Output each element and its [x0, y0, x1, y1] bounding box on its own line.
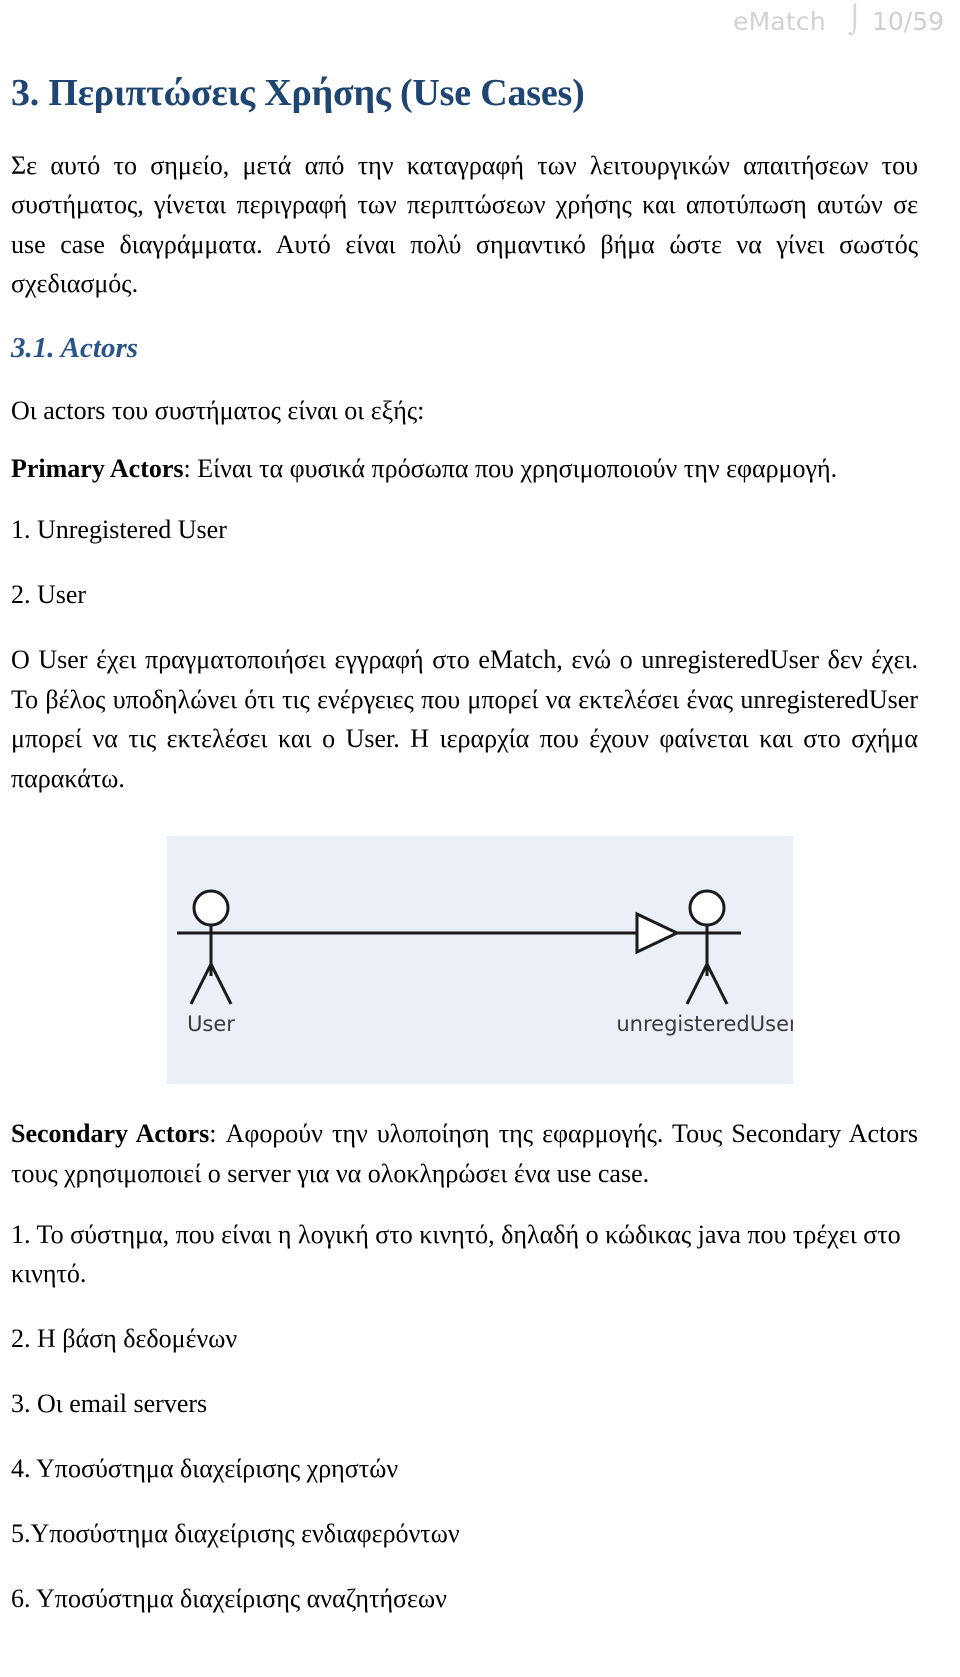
actor-user-label: User: [187, 1012, 235, 1036]
actors-lead-in: Οι actors του συστήματος είναι οι εξής:: [11, 396, 425, 426]
list-item: 2. Η βάση δεδομένων: [11, 1324, 238, 1354]
list-item: 3. Οι email servers: [11, 1389, 208, 1419]
document-title: eMatch: [733, 6, 826, 36]
intro-paragraph: Σε αυτό το σημείο, μετά από την καταγραφ…: [11, 150, 918, 299]
page-title: 3. Περιπτώσεις Χρήσης (Use Cases): [11, 72, 585, 114]
list-item: 4. Υποσύστημα διαχείρισης χρηστών: [11, 1454, 399, 1484]
primary-actors-list: 1. Unregistered User 2. User: [11, 510, 918, 614]
page-number: 10/59: [871, 6, 944, 36]
actor-unregistereduser-label: unregisteredUser: [616, 1012, 793, 1036]
uml-diagram-canvas: User unregisteredUser: [167, 836, 793, 1085]
list-item: 6. Υποσύστημα διαχείρισης αναζητήσεων: [11, 1584, 447, 1614]
subsection-title-actors: 3.1. Actors: [11, 331, 139, 364]
actor-unregistereduser-icon: [673, 889, 741, 1005]
secondary-actors-list: 1. Το σύστημα, που είναι η λογική στο κι…: [11, 1215, 918, 1618]
uml-diagram-svg: User unregisteredUser: [177, 889, 793, 1036]
list-item: 5.Υποσύστημα διαχείρισης ενδιαφερόντων: [11, 1519, 460, 1549]
primary-actors-explanation: Ο User έχει πραγματοποιήσει εγγραφή στο …: [11, 645, 918, 793]
document-content: 3. Περιπτώσεις Χρήσης (Use Cases) Σε αυτ…: [11, 72, 918, 1644]
primary-actors-label: Primary Actors: [11, 453, 184, 483]
header-separator-icon: ⌡: [847, 4, 862, 36]
generalization-arrowhead-icon: [635, 911, 681, 955]
primary-actors-paragraph: Primary Actors: Είναι τα φυσικά πρόσωπα …: [11, 449, 918, 489]
secondary-actors-paragraph: Secondary Actors: Αφορούν την υλοποίηση …: [11, 1114, 918, 1193]
actor-user-icon: [177, 889, 245, 1005]
secondary-actors-label: Secondary Actors: [11, 1119, 210, 1149]
uml-actor-hierarchy-figure: User unregisteredUser: [11, 836, 918, 1085]
primary-actors-description: : Είναι τα φυσικά πρόσωπα που χρησιμοποι…: [183, 453, 838, 483]
page-header: eMatch ⌡ 10/59: [0, 0, 960, 42]
list-item: 2. User: [11, 580, 87, 610]
list-item: 1. Το σύστημα, που είναι η λογική στο κι…: [11, 1220, 901, 1289]
list-item: 1. Unregistered User: [11, 515, 227, 545]
